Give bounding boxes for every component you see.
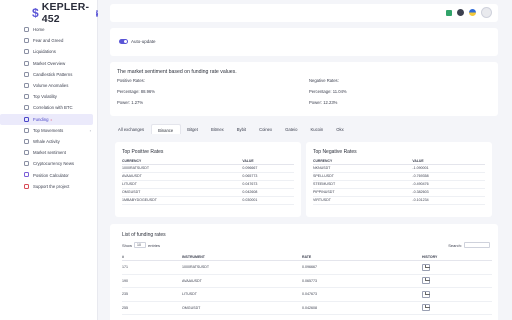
sidebar-item-volume-anomalies[interactable]: Volume Anomalies [0,80,97,91]
sidebar-item-whale-activity[interactable]: Whale Activity [0,136,97,147]
calculator-icon [24,172,29,178]
funding-table: # INSTRUMENT RATE HISTORY 171 1000RATSUSD… [122,254,492,315]
tab-bitmex[interactable]: Bitmex [205,124,231,134]
theme-moon-icon[interactable] [457,9,464,16]
drop-icon [24,49,29,55]
tab-bybit[interactable]: Bybit [231,124,253,134]
table-row: PIPPINUSDT -0.382603 [313,188,485,197]
history-chart-icon[interactable] [422,304,430,312]
calendar-icon [24,116,29,122]
sidebar-item-fear-and-greed[interactable]: Fear and Greed [0,35,97,46]
top-positive-card: Top Positive Rates CURRENCY VALUE 1000RAT… [115,142,301,217]
auto-update-toggle[interactable] [119,39,128,44]
link-icon [24,105,29,111]
home-icon [24,27,29,32]
heart-icon [24,183,29,189]
sidebar-item-support[interactable]: Support the project [0,181,97,192]
sidebar-item-liquidations[interactable]: Liquidations [0,46,97,57]
tab-gateio[interactable]: Gateio [279,124,304,134]
positive-power: Power: 1.27% [117,100,144,105]
logo-icon: $ [32,6,39,20]
sidebar-item-market-sentiment[interactable]: Market sentiment [0,147,97,158]
sentiment-card: The market sentiment based on funding ra… [110,62,498,116]
logo-text: KEPLER-452 [41,1,90,25]
sidebar-item-home[interactable]: Home [0,24,97,35]
tab-coinex[interactable]: Coinex [253,124,279,134]
search: Search: [448,242,490,248]
top-positive-table: CURRENCY VALUE 1000RATSUSDT 0.096667 AVAAI… [122,158,294,205]
news-icon [24,161,29,167]
positive-rates: Positive Rates: Percentage: 88.96% Power… [117,78,155,112]
auto-update-bar: Auto-update [110,28,498,56]
target-icon [24,94,29,100]
exchange-tabs: All exchanges Binance Bitget Bitmex Bybi… [112,124,351,134]
sidebar-item-funding[interactable]: Funding • [0,113,93,125]
smile-icon [24,150,29,156]
negative-power: Power: 12.23% [309,100,338,105]
funding-list-card: List of funding rates Show 10 entries Se… [110,224,498,320]
history-chart-icon[interactable] [422,263,430,271]
history-chart-icon[interactable] [422,290,430,298]
table-row: 171 1000RATSUSDT 0.096667 [122,260,492,275]
table-row: SPELLUSDT -0.769358 [313,172,485,181]
search-label: Search: [448,242,462,248]
wave-icon [24,82,29,88]
avatar[interactable] [481,7,492,18]
sidebar-toggle-icon[interactable]: › [96,9,98,17]
sentiment-title: The market sentiment based on funding ra… [117,69,237,75]
sidebar: $ KEPLER-452 › Home Fear and Greed Liqui… [0,0,98,320]
top-positive-title: Top Positive Rates [122,149,164,155]
top-negative-table: CURRENCY VALUE NKNUSDT -1.090001 SPELLUSDT… [313,158,485,205]
trend-icon [24,127,29,133]
sidebar-item-market-overview[interactable]: Market Overview [0,58,97,69]
chart-icon [24,60,29,66]
tab-kucoin[interactable]: Kucoin [304,124,330,134]
table-row: NKNUSDT -1.090001 [313,164,485,173]
table-row: 1MBABYDOGEUSDT 0.030001 [122,196,294,205]
table-row: STEEMUSDT -0.490476 [313,180,485,189]
sidebar-item-candlestick-patterns[interactable]: Candlestick Patterns [0,69,97,80]
tab-all-exchanges[interactable]: All exchanges [112,124,151,134]
funding-list-title: List of funding rates [122,232,166,238]
logo[interactable]: $ KEPLER-452 › [0,0,98,25]
top-header [110,4,498,22]
auto-update-label: Auto-update [131,39,156,44]
whale-icon [24,138,29,144]
flag-icon[interactable] [446,9,452,16]
new-badge: • [50,116,52,122]
table-row: 1000RATSUSDT 0.096667 [122,164,294,173]
sidebar-item-correlation[interactable]: Correlation with BTC [0,102,97,113]
chevron-right-icon: › [89,127,91,133]
entries-select[interactable]: 10 [134,242,147,248]
tab-binance[interactable]: Binance [151,124,182,134]
top-negative-card: Top Negative Rates CURRENCY VALUE NKNUSDT… [306,142,492,217]
sidebar-item-crypto-news[interactable]: Cryptocurrency News [0,158,97,169]
show-entries: Show 10 entries [122,242,161,248]
history-chart-icon[interactable] [422,277,430,285]
table-row: 255 OMGUSDT 0.042608 [122,301,492,315]
sidebar-item-top-volatility[interactable]: Top Volatility [0,91,97,102]
table-row: AVAAIUSDT 0.065773 [122,172,294,181]
sidebar-nav: Home Fear and Greed Liquidations Market … [0,24,97,192]
tab-bitget[interactable]: Bitget [181,124,205,134]
sidebar-item-top-movements[interactable]: Top Movements › [0,125,97,136]
language-flag-icon[interactable] [469,9,476,16]
tab-okx[interactable]: Okx [330,124,350,134]
table-row: 235 LITUSDT 0.047673 [122,287,492,302]
gauge-icon [24,38,29,44]
table-row: 190 AVAAIUSDT 0.065773 [122,274,492,288]
table-row: OMGUSDT 0.042608 [122,188,294,197]
table-row: VIRTUSDT -0.101234 [313,196,485,205]
table-row: LITUSDT 0.047673 [122,180,294,189]
sidebar-item-position-calculator[interactable]: Position Calculator [0,169,97,180]
candle-icon [24,71,29,77]
search-input[interactable] [464,242,490,248]
negative-rates: Negative Rates: Percentage: 11.04% Power… [309,78,347,112]
top-negative-title: Top Negative Rates [313,149,357,155]
header-icons [446,7,492,18]
